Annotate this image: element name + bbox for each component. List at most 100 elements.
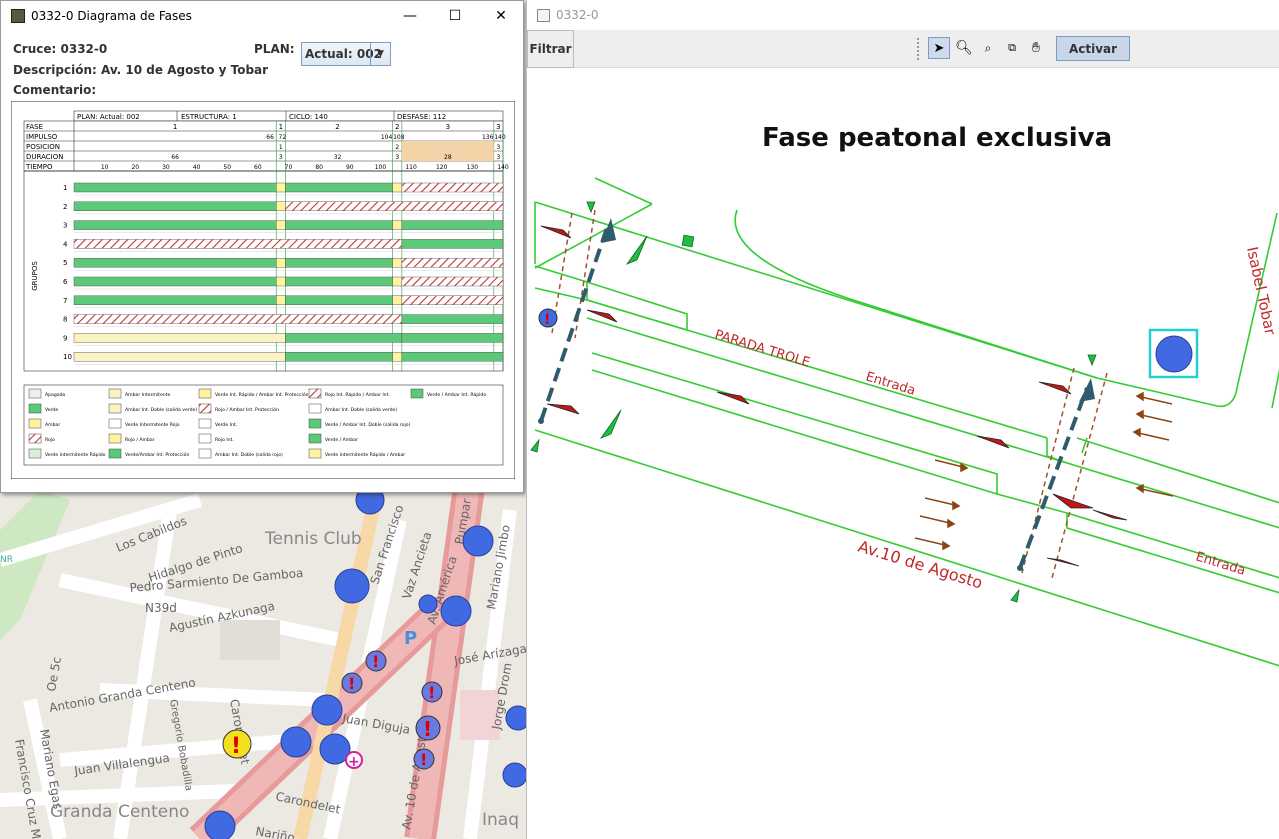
impulso-cell: 104 xyxy=(381,134,393,141)
maximize-button[interactable]: ☐ xyxy=(432,1,478,31)
group-state-bar xyxy=(73,257,277,268)
map-marker[interactable] xyxy=(280,726,312,758)
java-icon xyxy=(537,8,550,22)
group-state-bar xyxy=(276,276,286,287)
legend-item: Verde / Ambar xyxy=(325,437,358,443)
app-icon xyxy=(11,9,25,23)
group-state-bar xyxy=(73,220,277,230)
posicion-cell: 1 xyxy=(279,144,283,151)
hand-icon[interactable]: ✋︎ xyxy=(1025,37,1047,59)
tiempo-tick: 120 xyxy=(436,164,448,171)
fit-icon[interactable]: ⧉ xyxy=(1001,37,1023,59)
map-marker[interactable] xyxy=(311,694,343,726)
diagram-header-3: DESFASE: 112 xyxy=(397,113,446,121)
map-marker[interactable] xyxy=(502,762,526,788)
fase-cell: 2 xyxy=(335,123,339,131)
duracion-cell: 3 xyxy=(496,154,500,161)
group-state-bar xyxy=(73,276,277,287)
group-state-bar xyxy=(392,257,403,268)
group-state-bar xyxy=(401,239,504,249)
group-state-bar xyxy=(285,333,403,343)
tiempo-tick: 30 xyxy=(162,164,170,171)
diagram-header-2: CICLO: 140 xyxy=(289,113,328,121)
map-marker[interactable] xyxy=(204,810,236,839)
activar-button[interactable]: Activar xyxy=(1056,36,1130,61)
group-state-bar xyxy=(276,220,286,230)
tiempo-tick: 110 xyxy=(405,164,417,171)
zoom-icon[interactable]: 🔍︎ xyxy=(953,37,975,59)
map-marker[interactable] xyxy=(418,594,438,614)
legend-item: Ambar Int. Doble (salida verde) xyxy=(325,407,397,413)
group-state-bar xyxy=(401,220,504,230)
posicion-cell: 3 xyxy=(496,144,500,151)
red-signal-arrow xyxy=(540,225,572,239)
red-signal-arrow xyxy=(1092,509,1128,521)
plan-label: PLAN: xyxy=(254,42,295,56)
diagram-header-0: PLAN: Actual: 002 xyxy=(77,113,140,121)
group-state-bar xyxy=(73,333,286,343)
pointer-icon[interactable]: ➤ xyxy=(928,37,950,59)
tiempo-tick: 40 xyxy=(193,164,201,171)
legend-item: Ambar Int. Doble (salida rojo) xyxy=(215,452,283,458)
grupo-label-1: 1 xyxy=(63,184,67,192)
legend-item: Ambar xyxy=(45,422,60,428)
legend-item: Verde/Ambar Int. Protección xyxy=(125,451,189,458)
group-state-bar xyxy=(401,333,504,343)
green-signal xyxy=(1087,354,1097,367)
map-marker[interactable] xyxy=(505,705,526,731)
legend-item: Verde / Ambar Int. Doble (salida rojo) xyxy=(325,422,411,428)
chevron-down-icon[interactable]: ▼ xyxy=(370,43,390,65)
group-state-bar xyxy=(401,314,504,324)
phase-diagram-dialog[interactable]: 0332-0 Diagrama de Fases — ☐ ✕ Cruce: 03… xyxy=(0,0,524,493)
intersection-titlebar[interactable]: 0332-0 xyxy=(527,0,1279,30)
legend-swatch xyxy=(28,448,42,459)
minimize-button[interactable]: — xyxy=(387,1,433,31)
group-state-bar xyxy=(401,276,504,287)
group-state-bar xyxy=(285,351,393,362)
group-state-bar xyxy=(401,295,504,306)
grupo-label-6: 6 xyxy=(63,278,68,286)
legend-swatch xyxy=(198,388,212,399)
svg-text:!: ! xyxy=(348,674,355,693)
legend-item: Verde intermitente Rápido xyxy=(45,451,106,458)
legend-item: Verde intermitente Rápido / Ambar xyxy=(325,451,405,458)
parada-trole-label: PARADA TROLE xyxy=(713,327,812,370)
map-label-inaq: Inaq xyxy=(482,810,519,830)
map-marker[interactable] xyxy=(440,595,472,627)
group-state-bar xyxy=(285,276,393,287)
intersection-window[interactable]: 0332-0 Filtrar ➤ 🔍︎ ⌕ ⧉ ✋︎ Activar Fase … xyxy=(526,0,1279,839)
map-marker[interactable] xyxy=(334,568,370,604)
grupo-label-2: 2 xyxy=(63,203,67,211)
grupo-label-9: 9 xyxy=(63,334,67,342)
green-signal xyxy=(625,235,648,265)
map-marker[interactable] xyxy=(462,525,494,557)
zoom-region-icon[interactable]: ⌕ xyxy=(977,37,999,59)
dialog-titlebar[interactable]: 0332-0 Diagrama de Fases — ☐ ✕ xyxy=(1,1,523,31)
filtrar-button[interactable]: Filtrar xyxy=(527,30,574,68)
map-label-nr: NR xyxy=(0,555,13,565)
group-state-bar xyxy=(73,314,403,324)
legend-swatch xyxy=(108,448,122,459)
red-signal-arrow xyxy=(1038,381,1072,395)
legend-swatch xyxy=(28,433,42,444)
red-signal-arrow xyxy=(586,309,618,323)
group-state-bar xyxy=(401,257,504,268)
controller-icon[interactable] xyxy=(1155,335,1193,373)
map-label-n39d: N39d xyxy=(145,601,177,615)
tiempo-tick: 130 xyxy=(467,164,479,171)
close-button[interactable]: ✕ xyxy=(478,1,524,31)
fase-cell: 1 xyxy=(279,123,283,131)
intersection-canvas[interactable]: Fase peatonal exclusiva PARADA TROLE Ent… xyxy=(527,68,1279,839)
group-state-bar xyxy=(73,295,277,306)
green-signal xyxy=(586,201,596,214)
group-state-bar xyxy=(401,351,504,362)
group-state-bar xyxy=(392,182,403,193)
green-signal xyxy=(681,234,695,248)
green-signal xyxy=(599,409,622,439)
descripcion-label: Descripción: Av. 10 de Agosto y Tobar xyxy=(13,63,269,77)
plan-select[interactable]: Actual: 002 ▼ xyxy=(301,42,391,66)
legend-item: Verde Int. xyxy=(215,422,237,428)
duracion-cell: 32 xyxy=(334,154,342,161)
group-state-bar xyxy=(276,182,286,193)
legend-item: Rojo / Ambar xyxy=(125,437,155,443)
